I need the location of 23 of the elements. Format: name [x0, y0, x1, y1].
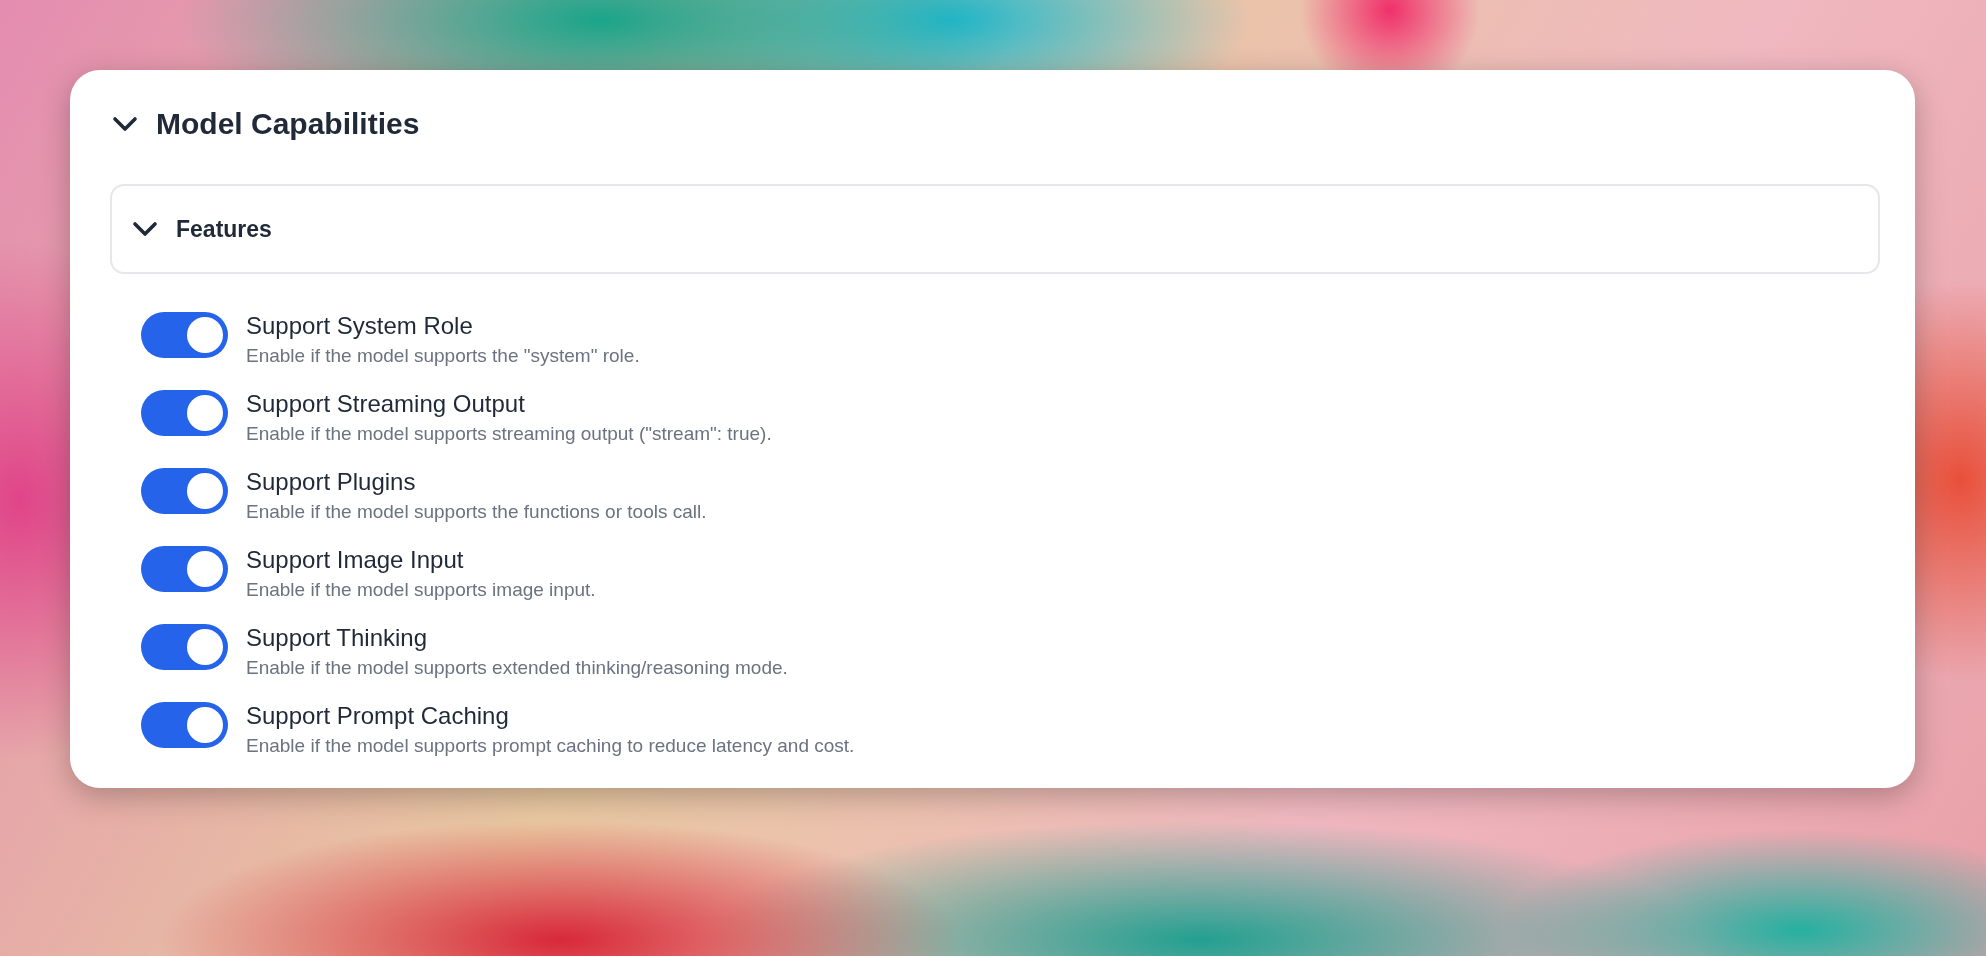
toggle-switch[interactable] [141, 468, 228, 514]
toggle-switch[interactable] [141, 390, 228, 436]
features-group-header[interactable]: Features [110, 184, 1880, 274]
option-description: Enable if the model supports the "system" role. [246, 344, 640, 368]
option-description: Enable if the model supports the functions or tools call. [246, 500, 707, 524]
option-label: Support Image Input [246, 546, 465, 574]
toggle-switch[interactable] [141, 624, 228, 670]
option-label: Support Plugins [246, 468, 417, 496]
option-label: Support Streaming Output [246, 390, 526, 418]
option-label: Support Prompt Caching [246, 702, 510, 730]
option-description: Enable if the model supports prompt caching to reduce latency and cost. [246, 734, 855, 758]
group-title: Features [176, 215, 272, 243]
toggle-switch[interactable] [141, 312, 228, 358]
option-description: Enable if the model supports extended thinking/reasoning mode. [246, 656, 788, 680]
chevron-icon[interactable] [112, 115, 138, 133]
chevron-icon[interactable] [132, 220, 158, 238]
panel-title: Model Capabilities [156, 107, 420, 141]
toggle-switch[interactable] [141, 702, 228, 748]
option-label: Support Thinking [246, 624, 428, 652]
option-description: Enable if the model supports image input. [246, 578, 596, 602]
option-description: Enable if the model supports streaming output ("stream": true). [246, 422, 772, 446]
toggle-switch[interactable] [141, 546, 228, 592]
option-label: Support System Role [246, 312, 474, 340]
